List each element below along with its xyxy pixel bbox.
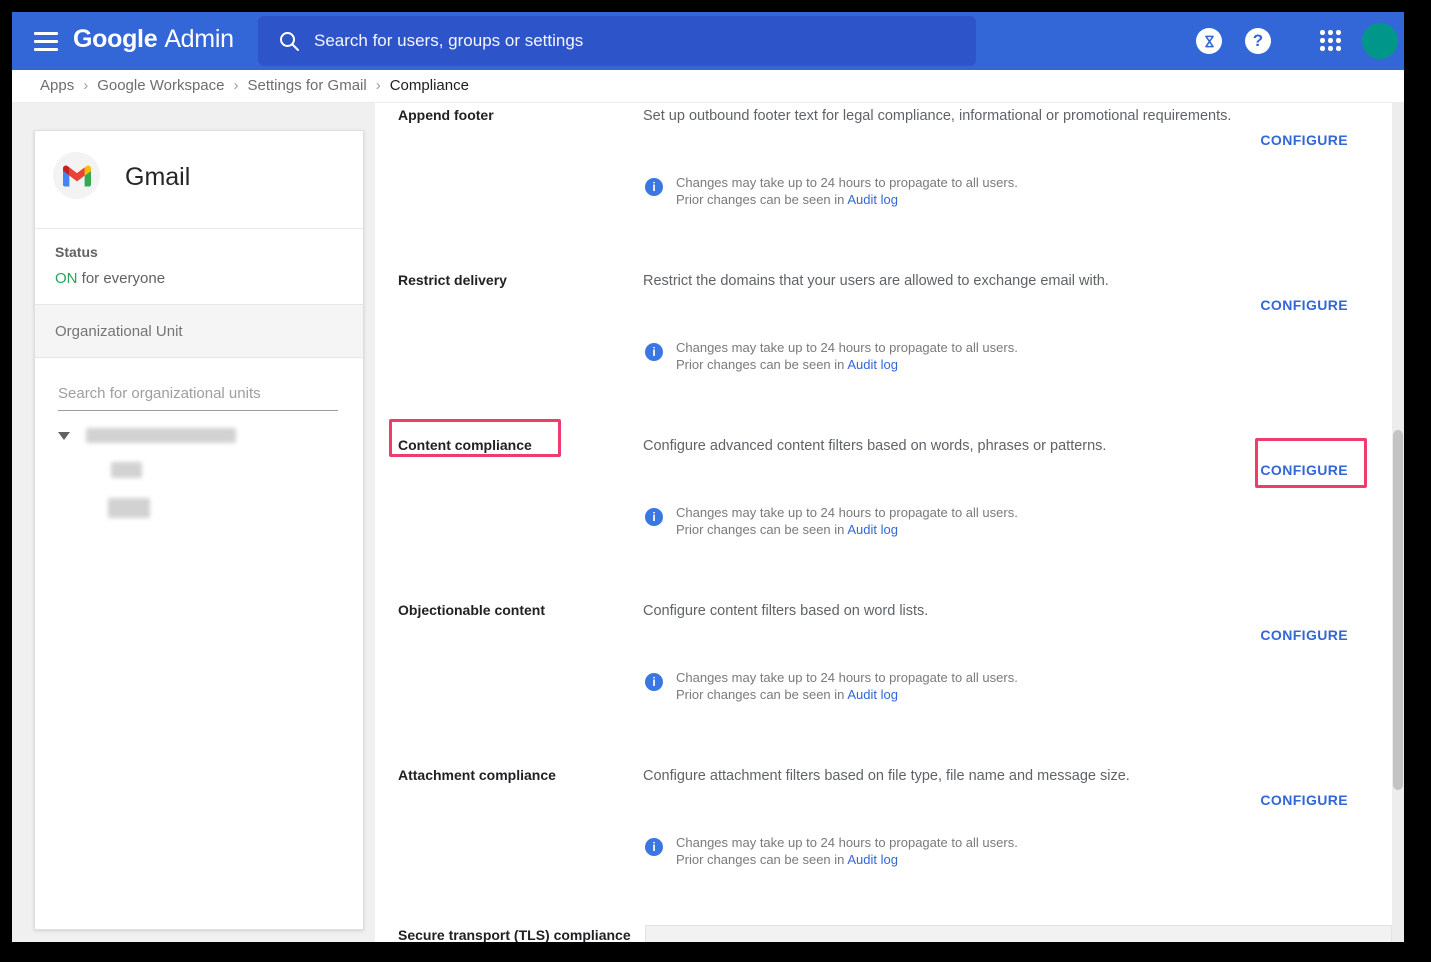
help-button[interactable]: ?: [1245, 28, 1271, 54]
audit-log-link[interactable]: Audit log: [847, 687, 898, 702]
breadcrumb-settings-for-gmail[interactable]: Settings for Gmail: [248, 77, 367, 94]
audit-log-link[interactable]: Audit log: [847, 357, 898, 372]
status-on-badge: ON: [55, 270, 78, 287]
setting-row-append-footer: Append footer Set up outbound footer tex…: [375, 107, 1392, 272]
org-unit-search-input[interactable]: [58, 381, 338, 411]
hourglass-icon: [1203, 35, 1216, 48]
org-unit-child-redacted[interactable]: [108, 498, 150, 518]
menu-icon[interactable]: [34, 32, 58, 51]
gmail-logo-icon: [53, 152, 100, 199]
setting-row-attachment-compliance: Attachment compliance Configure attachme…: [375, 767, 1392, 932]
info-icon: i: [645, 673, 663, 691]
status-section: Status ON for everyone: [35, 229, 363, 305]
scrollbar-track: [1392, 103, 1404, 942]
setting-title: Content compliance: [398, 437, 633, 454]
setting-row-partial-area: [645, 925, 1392, 942]
propagation-note: Changes may take up to 24 hours to propa…: [676, 339, 1018, 373]
status-label: Status: [55, 244, 98, 260]
info-icon: i: [645, 838, 663, 856]
propagation-note: Changes may take up to 24 hours to propa…: [676, 504, 1018, 538]
service-header: Gmail: [35, 131, 363, 229]
setting-row-objectionable-content: Objectionable content Configure content …: [375, 602, 1392, 767]
setting-row-secure-transport-tls: Secure transport (TLS) compliance: [375, 927, 1392, 942]
info-icon: i: [645, 508, 663, 526]
setting-description: Configure content filters based on word …: [643, 603, 1243, 619]
account-avatar[interactable]: [1362, 23, 1398, 59]
audit-log-link[interactable]: Audit log: [847, 852, 898, 867]
org-unit-child-redacted[interactable]: [111, 462, 142, 478]
info-icon: i: [645, 343, 663, 361]
configure-button[interactable]: CONFIGURE: [1260, 462, 1348, 478]
configure-button[interactable]: CONFIGURE: [1260, 297, 1348, 313]
setting-title: Attachment compliance: [398, 767, 633, 784]
org-unit-search: [58, 381, 338, 411]
global-search-input[interactable]: [314, 16, 954, 66]
service-title: Gmail: [125, 163, 190, 192]
trial-countdown-button[interactable]: [1196, 28, 1222, 54]
status-value: ON for everyone: [55, 270, 165, 287]
setting-title: Restrict delivery: [398, 272, 633, 289]
breadcrumb-apps[interactable]: Apps: [40, 77, 74, 94]
setting-description: Set up outbound footer text for legal co…: [643, 108, 1243, 124]
chevron-down-icon[interactable]: [58, 432, 70, 440]
google-admin-logo: GoogleAdmin: [73, 25, 234, 54]
setting-title: Objectionable content: [398, 602, 633, 619]
sidebar: Gmail Status ON for everyone Organizatio…: [12, 103, 375, 942]
setting-row-content-compliance: Content compliance Configure advanced co…: [375, 437, 1392, 602]
apps-grid-icon[interactable]: [1320, 30, 1342, 52]
breadcrumb-separator: ›: [83, 77, 88, 94]
configure-button[interactable]: CONFIGURE: [1260, 132, 1348, 148]
configure-button[interactable]: CONFIGURE: [1260, 627, 1348, 643]
propagation-note: Changes may take up to 24 hours to propa…: [676, 174, 1018, 208]
search-icon: [278, 30, 300, 52]
setting-title: Secure transport (TLS) compliance: [398, 927, 633, 942]
setting-description: Configure attachment filters based on fi…: [643, 768, 1243, 784]
admin-console-window: GoogleAdmin ? Apps › Google Workspace › Sett…: [12, 12, 1404, 942]
org-unit-root-redacted[interactable]: [86, 428, 236, 443]
gmail-service-card: Gmail Status ON for everyone Organizatio…: [34, 130, 364, 930]
breadcrumb-separator: ›: [376, 77, 381, 94]
info-icon: i: [645, 178, 663, 196]
breadcrumb: Apps › Google Workspace › Settings for Gmail…: [12, 70, 1404, 103]
breadcrumb-google-workspace[interactable]: Google Workspace: [97, 77, 224, 94]
scrollbar-thumb[interactable]: [1393, 430, 1403, 790]
setting-description: Restrict the domains that your users are…: [643, 273, 1243, 289]
setting-row-restrict-delivery: Restrict delivery Restrict the domains t…: [375, 272, 1392, 437]
configure-button[interactable]: CONFIGURE: [1260, 792, 1348, 808]
setting-description: Configure advanced content filters based…: [643, 438, 1243, 454]
propagation-note: Changes may take up to 24 hours to propa…: [676, 669, 1018, 703]
propagation-note: Changes may take up to 24 hours to propa…: [676, 834, 1018, 868]
breadcrumb-current: Compliance: [390, 77, 469, 94]
organizational-unit-header: Organizational Unit: [35, 305, 363, 358]
app-bar: GoogleAdmin ?: [12, 12, 1404, 70]
global-search: [258, 16, 976, 66]
audit-log-link[interactable]: Audit log: [847, 522, 898, 537]
question-mark-icon: ?: [1253, 31, 1263, 51]
breadcrumb-separator: ›: [234, 77, 239, 94]
audit-log-link[interactable]: Audit log: [847, 192, 898, 207]
setting-title: Append footer: [398, 107, 633, 124]
